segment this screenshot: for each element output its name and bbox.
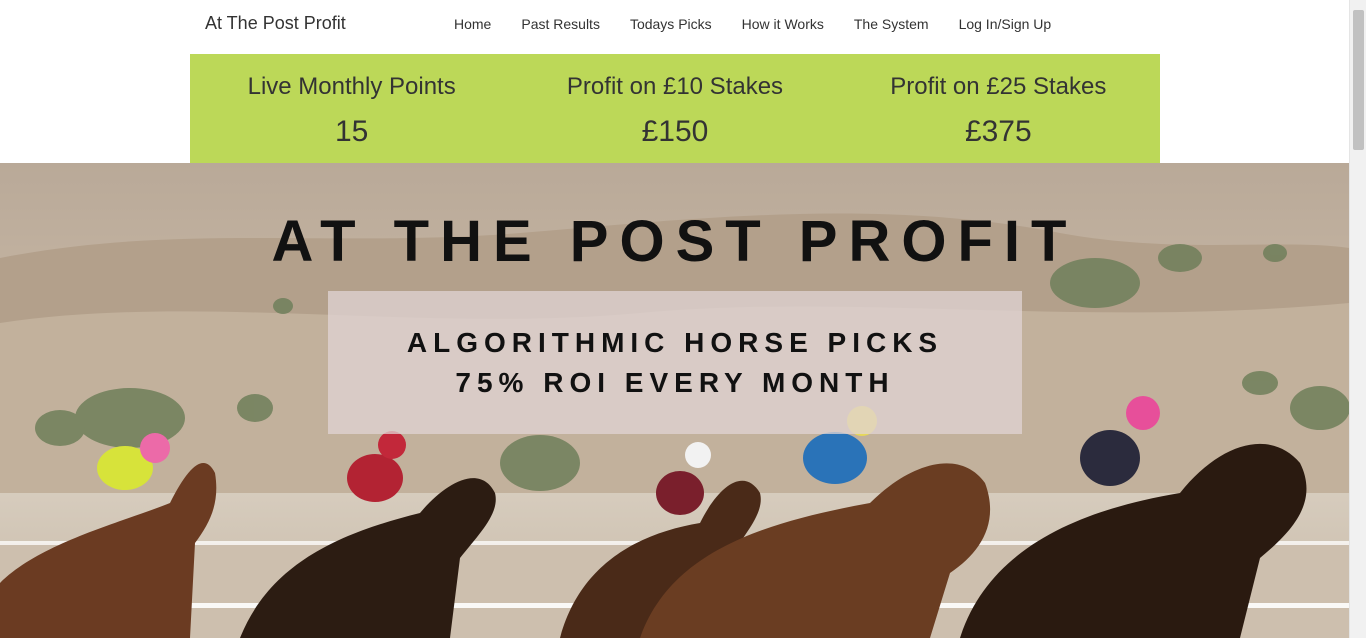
nav-link-todays-picks[interactable]: Todays Picks bbox=[630, 16, 712, 32]
nav-links: Home Past Results Todays Picks How it Wo… bbox=[454, 16, 1051, 32]
stat-label: Profit on £25 Stakes bbox=[890, 73, 1107, 100]
stat-label: Profit on £10 Stakes bbox=[566, 73, 784, 100]
stat-value: 15 bbox=[334, 115, 369, 148]
hero-tagline-line-2: 75% ROI EVERY MONTH bbox=[455, 366, 895, 398]
hero-section: AT THE POST PROFIT ALGORITHMIC HORSE PIC… bbox=[0, 163, 1349, 638]
hero-title: AT THE POST PROFIT bbox=[271, 209, 1078, 274]
scrollbar-thumb[interactable] bbox=[1353, 10, 1364, 150]
page-scrollbar[interactable] bbox=[1349, 0, 1366, 638]
stats-bar: Live Monthly Points 15 Profit on £10 Sta… bbox=[190, 54, 1160, 163]
hero-tagline-box: ALGORITHMIC HORSE PICKS 75% ROI EVERY MO… bbox=[328, 291, 1022, 434]
hero-tagline-line-1: ALGORITHMIC HORSE PICKS bbox=[406, 326, 944, 358]
stat-profit-10-stakes: Profit on £10 Stakes £150 bbox=[513, 54, 836, 163]
brand-link[interactable]: At The Post Profit bbox=[205, 13, 346, 34]
stat-value: £375 bbox=[964, 115, 1032, 148]
stat-profit-25-stakes: Profit on £25 Stakes £375 bbox=[837, 54, 1160, 163]
stat-live-monthly-points: Live Monthly Points 15 bbox=[190, 54, 513, 163]
nav-link-home[interactable]: Home bbox=[454, 16, 491, 32]
stat-value: £150 bbox=[641, 115, 709, 148]
nav-link-past-results[interactable]: Past Results bbox=[521, 16, 600, 32]
navbar: At The Post Profit Home Past Results Tod… bbox=[0, 0, 1349, 54]
nav-link-login-signup[interactable]: Log In/Sign Up bbox=[959, 16, 1052, 32]
nav-link-the-system[interactable]: The System bbox=[854, 16, 929, 32]
stat-label: Live Monthly Points bbox=[247, 73, 456, 100]
nav-link-how-it-works[interactable]: How it Works bbox=[742, 16, 824, 32]
